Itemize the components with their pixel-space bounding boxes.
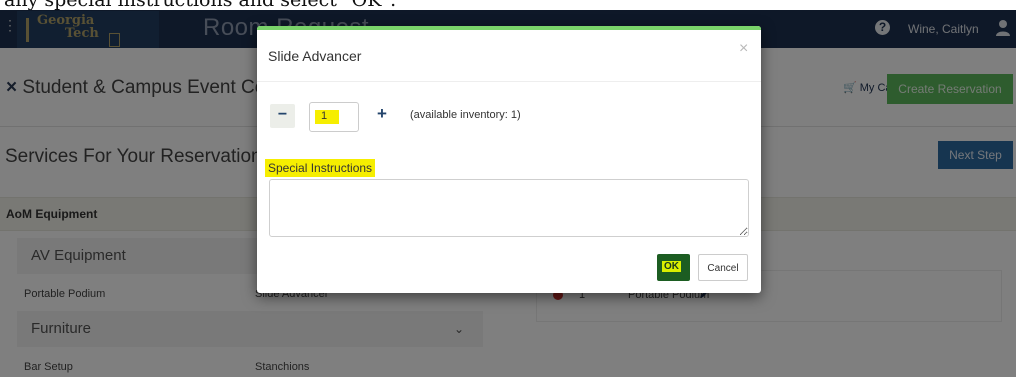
- close-icon[interactable]: ×: [739, 40, 748, 58]
- increment-button[interactable]: +: [377, 104, 387, 124]
- cancel-button[interactable]: Cancel: [698, 254, 748, 281]
- modal-title: Slide Advancer: [268, 48, 362, 64]
- quantity-input[interactable]: 1: [309, 102, 359, 132]
- available-inventory: (available inventory: 1): [410, 109, 521, 121]
- special-instructions-input[interactable]: [269, 179, 749, 237]
- special-instructions-label: Special Instructions: [265, 159, 376, 177]
- modal-divider: [257, 81, 761, 82]
- slide-advancer-modal: Slide Advancer × − 1 + (available invent…: [257, 26, 761, 293]
- decrement-button[interactable]: −: [270, 104, 295, 128]
- instruction-caption: any special instructions and select "OK"…: [0, 0, 1016, 10]
- modal-accent-bar: [257, 26, 761, 30]
- ok-button[interactable]: OK: [657, 254, 690, 281]
